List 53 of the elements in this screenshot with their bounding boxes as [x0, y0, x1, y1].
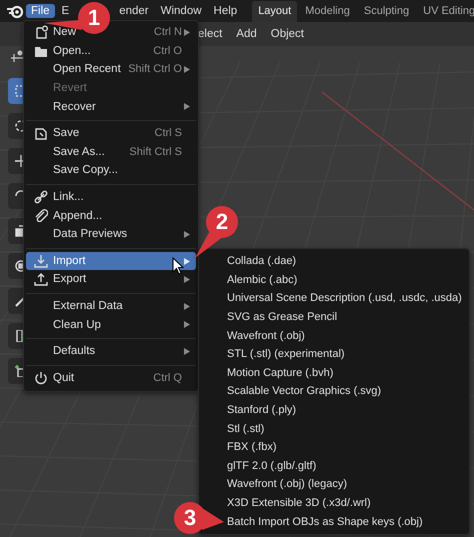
workspace-tab[interactable]: UV Editing	[417, 1, 474, 23]
workspace-tab[interactable]: Layout	[252, 1, 298, 23]
menu-item[interactable]: ender	[114, 4, 154, 18]
header-menu-item[interactable]: Object	[270, 28, 304, 40]
menu-entry[interactable]: Append...	[26, 206, 196, 225]
menu-entry[interactable]: Stl (.stl)	[227, 419, 264, 438]
menu-entry[interactable]: Stanford (.ply)	[227, 400, 296, 420]
header-menu-item[interactable]: Add	[236, 28, 257, 40]
menu-entry[interactable]: STL (.stl) (experimental)	[227, 344, 345, 364]
menu-item[interactable]: Window	[156, 4, 207, 18]
link-icon	[34, 190, 48, 204]
save-icon	[34, 126, 48, 140]
workspace-tab[interactable]: Modeling	[299, 1, 356, 23]
menu-entry[interactable]: Link...	[26, 188, 196, 206]
transform-pivot-icon[interactable]	[10, 49, 24, 63]
menu-entry[interactable]: Open Recent Shift Ctrl O	[26, 60, 196, 79]
menu-entry[interactable]: Scalable Vector Graphics (.svg)	[227, 382, 382, 401]
menu-entry[interactable]: Clean Up	[26, 315, 196, 334]
app-logo-icon[interactable]	[6, 3, 24, 19]
menu-entry[interactable]: Export	[26, 270, 196, 289]
menu-entry[interactable]: Collada (.dae)	[227, 252, 296, 271]
menu-entry[interactable]: glTF 2.0 (.glb/.gltf)	[227, 456, 316, 476]
menu-entry[interactable]: Import	[26, 252, 196, 270]
menu-entry[interactable]: Recover	[26, 97, 196, 116]
menu-entry[interactable]: SVG as Grease Pencil	[227, 308, 338, 326]
menu-entry[interactable]: FBX (.fbx)	[227, 438, 277, 457]
menu-entry[interactable]: Batch Import OBJs as Shape keys (.obj)	[227, 512, 423, 531]
menu-entry[interactable]: Alembic (.abc)	[227, 270, 298, 290]
menu-entry[interactable]: Data Previews	[26, 224, 196, 244]
workspace-tab[interactable]: Sculpting	[358, 1, 416, 23]
paperclip-icon	[34, 208, 48, 222]
menu-item[interactable]: E	[56, 4, 74, 18]
menu-entry[interactable]: Open... Ctrl O	[26, 42, 196, 60]
header-menu-item[interactable]: elect	[198, 28, 222, 40]
menu-entry[interactable]: Defaults	[26, 342, 196, 360]
menu-item[interactable]: Help	[208, 4, 242, 18]
menu-entry[interactable]: Wavefront (.obj)	[227, 326, 305, 345]
import-icon	[34, 254, 48, 268]
menu-entry[interactable]: Universal Scene Description (.usd, .usdc, .usda)	[227, 289, 462, 308]
menu-entry[interactable]: Motion Capture (.bvh)	[227, 364, 334, 382]
menu-entry[interactable]: Wavefront (.obj) (legacy)	[227, 475, 348, 494]
new-file-icon	[34, 25, 48, 39]
export-icon	[34, 272, 48, 286]
power-icon	[34, 370, 48, 384]
menu-item[interactable]: File	[26, 4, 55, 18]
mouse-pointer-icon	[172, 257, 184, 275]
numbered-callout: 3	[172, 500, 224, 536]
menu-entry[interactable]: Save Ctrl S	[26, 124, 196, 143]
menu-entry[interactable]: X3D Extensible 3D (.x3d/.wrl)	[227, 494, 371, 512]
menu-entry[interactable]: Save Copy...	[26, 161, 196, 180]
menu-entry[interactable]: Quit Ctrl Q	[26, 368, 196, 388]
menu-entry[interactable]: External Data	[26, 296, 196, 316]
menu-entry[interactable]: Save As... Shift Ctrl S	[26, 142, 196, 162]
